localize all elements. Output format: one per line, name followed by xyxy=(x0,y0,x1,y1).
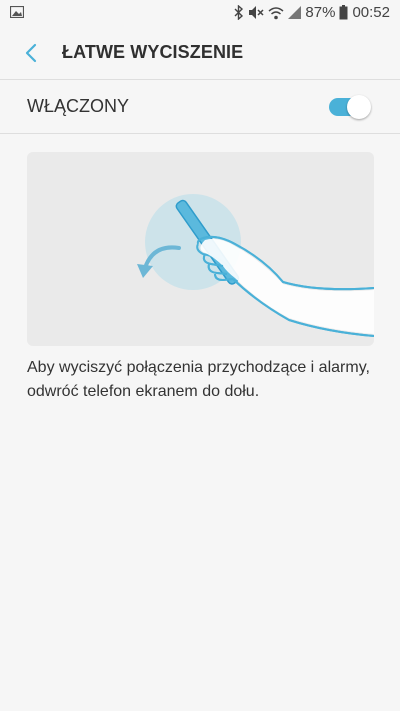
gesture-illustration xyxy=(27,152,374,346)
switch-divider xyxy=(0,133,400,134)
master-toggle-switch[interactable] xyxy=(329,94,371,120)
page-title: ŁATWE WYCISZENIE xyxy=(62,42,244,62)
mute-icon xyxy=(248,5,264,20)
status-bar: 87% 00:52 xyxy=(0,0,400,26)
chevron-left-icon xyxy=(25,43,37,63)
bluetooth-icon xyxy=(234,5,244,20)
master-switch-row[interactable]: WŁĄCZONY xyxy=(0,80,400,133)
switch-label: WŁĄCZONY xyxy=(27,96,130,116)
toggle-thumb xyxy=(347,95,371,119)
back-button[interactable] xyxy=(16,38,46,68)
flip-phone-gesture-illustration xyxy=(137,194,374,337)
battery-icon xyxy=(339,5,348,20)
status-icons: 87% 00:52 xyxy=(234,4,390,21)
clock: 00:52 xyxy=(352,4,390,21)
image-notification-icon xyxy=(9,5,25,23)
signal-icon xyxy=(288,6,302,19)
feature-description: Aby wyciszyć połączenia przychodzące i a… xyxy=(27,359,370,400)
app-bar: ŁATWE WYCISZENIE xyxy=(0,26,400,80)
wifi-icon xyxy=(268,6,284,20)
battery-percent: 87% xyxy=(305,4,336,21)
